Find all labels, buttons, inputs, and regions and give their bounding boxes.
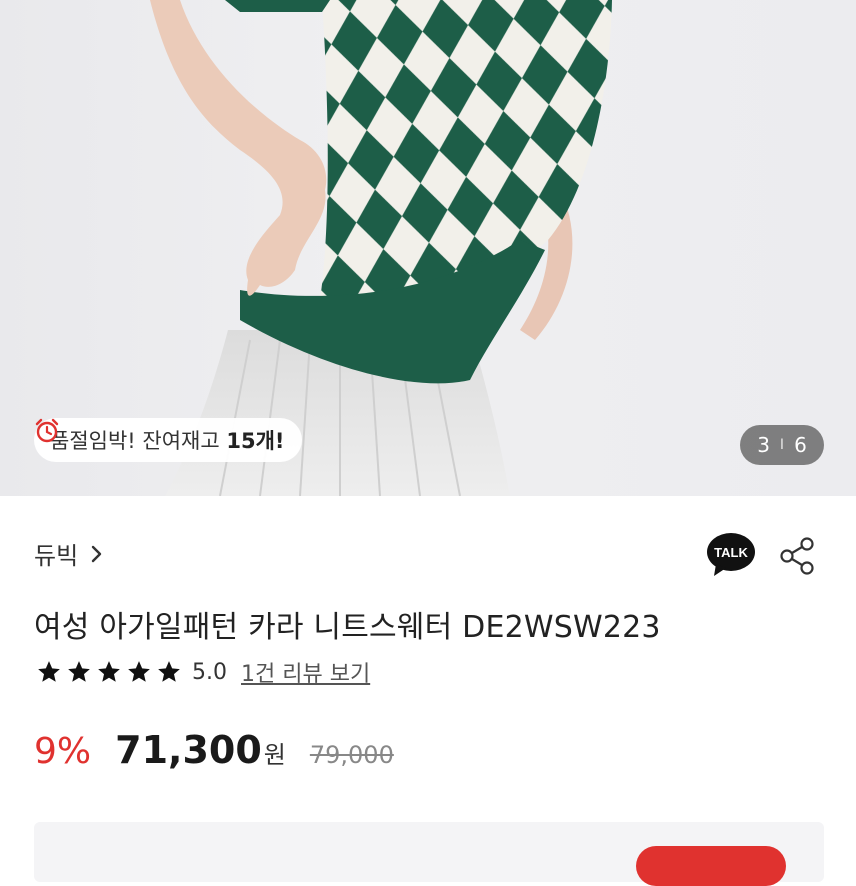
- currency-unit: 원: [263, 741, 286, 769]
- star-icon: [98, 661, 120, 682]
- star-icon: [68, 661, 90, 682]
- star-rating: [36, 659, 182, 685]
- share-icon[interactable]: [778, 536, 816, 576]
- star-icon: [38, 661, 60, 682]
- rating-row: 5.0 1건 리뷰 보기: [36, 656, 370, 688]
- rating-score: 5.0: [192, 659, 227, 685]
- kakao-talk-button[interactable]: TALK: [706, 532, 756, 578]
- image-counter: 3 I 6: [740, 425, 824, 465]
- counter-separator: I: [779, 437, 785, 453]
- sale-price: 71,300: [115, 728, 262, 772]
- product-title: 여성 아가일패턴 카라 니트스웨터 DE2WSW223: [34, 610, 661, 645]
- chevron-right-icon: [91, 545, 102, 562]
- discount-rate: 9%: [34, 731, 92, 772]
- low-stock-badge: 품절임박! 잔여재고 15개!: [34, 418, 303, 462]
- talk-label: TALK: [714, 545, 748, 560]
- product-image-carousel[interactable]: 품절임박! 잔여재고 15개! 3 I 6: [0, 0, 856, 496]
- star-icon: [128, 661, 150, 682]
- coupon-button[interactable]: [636, 846, 786, 886]
- price-row: 9% 71,300 원 79,000: [34, 728, 394, 772]
- alarm-clock-icon: [35, 418, 59, 443]
- stock-count: 15개!: [226, 429, 285, 453]
- star-icon: [158, 661, 180, 682]
- current-image-index: 3: [757, 433, 770, 457]
- brand-name: 듀빅: [34, 542, 79, 570]
- view-reviews-link[interactable]: 1건 리뷰 보기: [241, 656, 370, 688]
- brand-link[interactable]: 듀빅: [34, 536, 104, 571]
- low-stock-text: 품절임박! 잔여재고 15개!: [50, 429, 285, 453]
- total-image-count: 6: [794, 433, 807, 457]
- original-price: 79,000: [309, 741, 394, 769]
